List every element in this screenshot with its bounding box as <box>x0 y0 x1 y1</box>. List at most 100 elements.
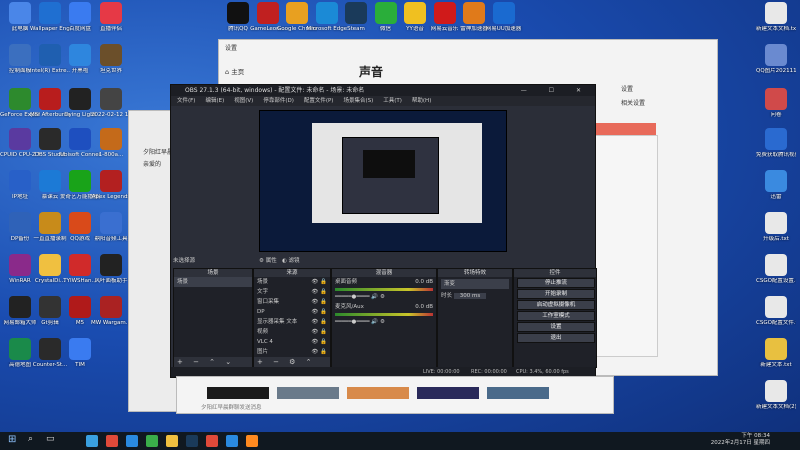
menu-item[interactable]: 帮助(H) <box>412 98 431 104</box>
shortcut-label: 新建文本文档(2).txt <box>756 404 796 410</box>
source-item[interactable]: 图片 👁 🔒 <box>254 347 330 357</box>
menu-item[interactable]: 文件(F) <box>177 98 195 104</box>
taskbar-app-icon[interactable] <box>166 435 178 447</box>
sources-toolbar[interactable]: + − ⚙ ⌃ ⌄ <box>254 357 330 376</box>
desktop-shortcut[interactable]: 迅雷 <box>756 170 796 201</box>
desktop-shortcut[interactable]: 问卷 <box>756 88 796 119</box>
mixer-channel: 桌面音频 0.0 dB ━━━━━●━━━━ 🔊 ⚙ <box>332 277 436 302</box>
gear-icon[interactable]: ⚙ <box>259 258 264 264</box>
menu-item[interactable]: 工具(T) <box>383 98 402 104</box>
task-view-icon[interactable]: ▭ <box>46 434 55 444</box>
app-icon <box>765 296 787 318</box>
window-controls[interactable]: — ☐ ✕ <box>521 85 591 96</box>
source-item[interactable]: 文字 👁 🔒 <box>254 287 330 297</box>
desktop-shortcut[interactable]: Apex Legends <box>91 170 131 201</box>
control-button[interactable]: 工作室模式 <box>517 311 595 321</box>
visibility-lock-icon[interactable]: 👁 🔒 <box>311 278 327 286</box>
taskbar-app-icon[interactable] <box>126 435 138 447</box>
menu-item[interactable]: 场景集合(S) <box>343 98 373 104</box>
control-button[interactable]: 启动虚拟摄像机 <box>517 300 595 310</box>
desktop-shortcut[interactable]: CSGO配置文件.txt <box>756 296 796 327</box>
desktop-shortcut[interactable]: 鼎阳音频工具 <box>91 212 131 243</box>
menu-item[interactable]: 停靠部件(D) <box>263 98 294 104</box>
chat-input-area[interactable]: 夕阳红早晨群聊发送消息 <box>176 376 614 414</box>
control-button[interactable]: 停止推流 <box>517 278 595 288</box>
source-item[interactable]: 视频 👁 🔒 <box>254 327 330 337</box>
desktop-shortcut[interactable]: 直播伴侣 <box>91 2 131 33</box>
control-button[interactable]: 退出 <box>517 333 595 343</box>
taskbar-app-icon[interactable] <box>206 435 218 447</box>
app-icon <box>39 254 61 276</box>
chat-tab-2[interactable]: 亲爱的 <box>143 159 161 168</box>
desktop-shortcut[interactable]: 升级后.txt <box>756 212 796 243</box>
duration-field[interactable]: 300 ms <box>453 293 487 299</box>
filter-icon[interactable]: ◐ <box>282 258 287 264</box>
visibility-lock-icon[interactable]: 👁 🔒 <box>311 348 327 356</box>
shortcut-label: CSGO配置文件.txt <box>756 320 796 326</box>
menu-item[interactable]: 视图(V) <box>234 98 253 104</box>
control-button[interactable]: 设置 <box>517 322 595 332</box>
filters-button[interactable]: 滤镜 <box>289 258 300 264</box>
desktop-shortcut[interactable]: CSGO配置设置.cfg <box>756 254 796 285</box>
chat-tab-1[interactable]: 夕阳红早晨 <box>143 147 173 156</box>
menu-item[interactable]: 编辑(E) <box>205 98 224 104</box>
desktop-shortcut[interactable]: TIM <box>60 338 100 369</box>
desktop-shortcut[interactable]: MW Wargam... <box>91 296 131 327</box>
visibility-lock-icon[interactable]: 👁 🔒 <box>311 308 327 316</box>
app-icon <box>39 128 61 150</box>
search-icon[interactable]: ⌕ <box>28 434 33 444</box>
app-icon <box>765 44 787 66</box>
scenes-toolbar[interactable]: + − ⌃ ⌄ <box>174 357 252 367</box>
visibility-lock-icon[interactable]: 👁 🔒 <box>311 328 327 336</box>
visibility-lock-icon[interactable]: 👁 🔒 <box>311 298 327 306</box>
menu-item[interactable]: 配置文件(P) <box>304 98 334 104</box>
desktop-shortcut[interactable]: 新建文本文档(2).txt <box>756 380 796 411</box>
mixer-dock: 混音器 桌面音频 0.0 dB ━━━━━●━━━━ 🔊 ⚙ 麦克风/Aux 0… <box>331 268 437 368</box>
app-icon <box>765 128 787 150</box>
transition-select[interactable]: 渐变 <box>441 279 509 289</box>
visibility-lock-icon[interactable]: 👁 🔒 <box>311 288 327 296</box>
app-icon <box>39 338 61 360</box>
source-label: 场景 <box>257 279 269 285</box>
source-item[interactable]: 窗口采集 👁 🔒 <box>254 297 330 307</box>
start-icon[interactable]: ⊞ <box>8 434 16 445</box>
source-item[interactable]: DP 👁 🔒 <box>254 307 330 317</box>
obs-window[interactable]: OBS 27.1.3 (64-bit, windows) - 配置文件: 未命名… <box>170 84 597 378</box>
source-label: 文字 <box>257 289 269 295</box>
scene-item[interactable]: 场景 <box>174 277 252 287</box>
desktop-shortcut[interactable]: 新建文本文档.txt <box>756 2 796 33</box>
properties-button[interactable]: 属性 <box>266 258 277 264</box>
settings-home-link[interactable]: ⌂ 主页 <box>225 66 244 76</box>
thumbnail <box>277 387 339 399</box>
visibility-lock-icon[interactable]: 👁 🔒 <box>311 338 327 346</box>
volume-slider[interactable]: ━━━━━●━━━━ 🔊 ⚙ <box>332 292 436 302</box>
desktop-shortcut[interactable]: 2022-02-12 17-46-50... <box>91 88 131 119</box>
obs-preview[interactable] <box>259 110 507 252</box>
source-item[interactable]: 场景 👁 🔒 <box>254 277 330 287</box>
shortcut-label: 坦克世界 <box>99 68 122 74</box>
volume-slider[interactable]: ━━━━━●━━━━ 🔊 ⚙ <box>332 317 436 327</box>
source-item[interactable]: VLC 4 👁 🔒 <box>254 337 330 347</box>
desktop-shortcut[interactable]: 免费获取腾讯视频 <box>756 128 796 159</box>
app-icon <box>9 296 31 318</box>
desktop-shortcut[interactable]: 坦克世界 <box>91 44 131 75</box>
app-icon <box>9 44 31 66</box>
taskbar-app-icon[interactable] <box>86 435 98 447</box>
taskbar-app-icon[interactable] <box>246 435 258 447</box>
desktop-shortcut[interactable]: 网易UU加速器 <box>484 2 524 33</box>
taskbar-clock[interactable]: 下午 08:34 2022年2月17日 星期四 <box>711 433 770 447</box>
chat-input[interactable]: 夕阳红早晨群聊发送消息 <box>201 403 262 411</box>
clock-time: 下午 08:34 <box>741 433 770 439</box>
control-button[interactable]: 开始录制 <box>517 289 595 299</box>
taskbar-app-icon[interactable] <box>226 435 238 447</box>
desktop-shortcut[interactable]: 风叶面板助手 <box>91 254 131 285</box>
desktop-shortcut[interactable]: 新建文本.txt <box>756 338 796 369</box>
visibility-lock-icon[interactable]: 👁 🔒 <box>311 318 327 326</box>
taskbar-app-icon[interactable] <box>186 435 198 447</box>
desktop-shortcut[interactable]: 1-800a... <box>91 128 131 159</box>
taskbar-app-icon[interactable] <box>146 435 158 447</box>
taskbar-app-icon[interactable] <box>106 435 118 447</box>
source-item[interactable]: 显示器采集 文本 👁 🔒 <box>254 317 330 327</box>
app-icon <box>286 2 308 24</box>
desktop-shortcut[interactable]: QQ图片20211102... <box>756 44 796 75</box>
